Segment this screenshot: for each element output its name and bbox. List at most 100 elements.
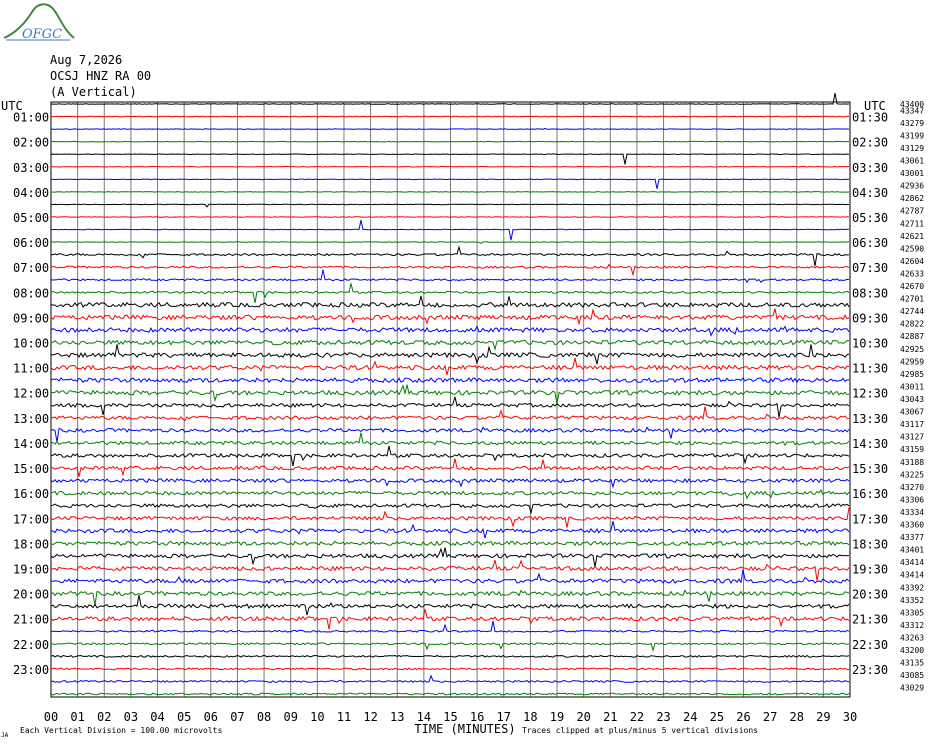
hour-label-right: 09:30 <box>852 311 888 325</box>
trace-count: 43188 <box>900 458 924 467</box>
seismic-trace <box>50 191 850 193</box>
hour-label-right: 03:30 <box>852 161 888 175</box>
trace-count: 43085 <box>900 671 924 680</box>
hour-label-right: 10:30 <box>852 337 888 351</box>
hour-label-left: 01:00 <box>13 111 49 125</box>
trace-count: 42744 <box>900 307 924 316</box>
x-tick-label: 05 <box>177 710 191 724</box>
x-tick-label: 25 <box>710 710 724 724</box>
trace-count: 43043 <box>900 395 924 404</box>
trace-count: 43414 <box>900 571 924 580</box>
trace-count: 43414 <box>900 558 924 567</box>
trace-count: 43029 <box>900 684 924 693</box>
trace-count: 43401 <box>900 546 924 555</box>
trace-count: 43377 <box>900 533 924 542</box>
trace-count: 42621 <box>900 232 924 241</box>
hour-label-left: 21:00 <box>13 613 49 627</box>
hour-label-left: 06:00 <box>13 236 49 250</box>
trace-count: 43347 <box>900 106 924 115</box>
hour-label-left: 02:00 <box>13 136 49 150</box>
trace-count: 43306 <box>900 495 924 504</box>
x-tick-label: 11 <box>337 710 351 724</box>
hour-label-left: 11:00 <box>13 362 49 376</box>
x-tick-label: 22 <box>630 710 644 724</box>
hour-label-right: 17:30 <box>852 512 888 526</box>
trace-count: 43279 <box>900 119 924 128</box>
hour-label-right: 04:30 <box>852 186 888 200</box>
seismic-trace <box>51 127 850 130</box>
hour-label-left: 17:00 <box>13 512 49 526</box>
x-tick-label: 24 <box>683 710 697 724</box>
trace-count: 43199 <box>900 131 924 140</box>
x-tick-label: 00 <box>44 710 58 724</box>
hour-label-right: 22:30 <box>852 638 888 652</box>
footer-clip-note: Traces clipped at plus/minus 5 vertical … <box>522 726 758 735</box>
trace-count: 43200 <box>900 646 924 655</box>
trace-count: 42604 <box>900 257 924 266</box>
hour-label-right: 12:30 <box>852 387 888 401</box>
x-tick-label: 03 <box>124 710 138 724</box>
x-tick-label: 13 <box>390 710 404 724</box>
hour-label-left: 05:00 <box>13 211 49 225</box>
hour-label-left: 08:00 <box>13 286 49 300</box>
hour-label-left: 15:00 <box>13 462 49 476</box>
trace-count: 43392 <box>900 583 924 592</box>
hour-label-right: 13:30 <box>852 412 888 426</box>
hour-label-left: 22:00 <box>13 638 49 652</box>
trace-count: 42670 <box>900 282 924 291</box>
trace-count: 43270 <box>900 483 924 492</box>
trace-count: 43360 <box>900 521 924 530</box>
hour-label-right: 21:30 <box>852 613 888 627</box>
x-tick-label: 23 <box>656 710 670 724</box>
trace-count: 43011 <box>900 382 924 391</box>
x-tick-label: 08 <box>257 710 271 724</box>
seismogram-plot: UTC UTC01:0002:0003:0004:0005:0006:0007:0… <box>1 93 924 739</box>
hour-label-right: 07:30 <box>852 261 888 275</box>
x-tick-label: 06 <box>204 710 218 724</box>
x-tick-label: 29 <box>816 710 830 724</box>
hour-label-right: 01:30 <box>852 111 888 125</box>
hour-label-left: 20:00 <box>13 588 49 602</box>
trace-count: 42711 <box>900 219 924 228</box>
hour-label-right: 05:30 <box>852 211 888 225</box>
x-tick-label: 10 <box>310 710 324 724</box>
trace-count: 43305 <box>900 608 924 617</box>
hour-label-right: 11:30 <box>852 362 888 376</box>
trace-count: 43334 <box>900 508 924 517</box>
trace-count: 43312 <box>900 621 924 630</box>
grid <box>50 101 851 698</box>
x-tick-label: 07 <box>230 710 244 724</box>
trace-count: 43127 <box>900 433 924 442</box>
hour-label-right: 14:30 <box>852 437 888 451</box>
trace-count: 42787 <box>900 207 924 216</box>
hour-label-left: 16:00 <box>13 487 49 501</box>
hour-label-left: 19:00 <box>13 562 49 576</box>
trace-count: 42936 <box>900 182 924 191</box>
hour-label-left: 12:00 <box>13 387 49 401</box>
x-tick-label: 12 <box>363 710 377 724</box>
x-tick-label: 21 <box>603 710 617 724</box>
hour-label-right: 23:30 <box>852 663 888 677</box>
trace-count: 43135 <box>900 659 924 668</box>
hour-label-left: 10:00 <box>13 337 49 351</box>
trace-count: 43001 <box>900 169 924 178</box>
trace-count: 42985 <box>900 370 924 379</box>
x-tick-label: 28 <box>790 710 804 724</box>
x-tick-label: 09 <box>283 710 297 724</box>
hour-label-left: 18:00 <box>13 537 49 551</box>
hour-label-left: 13:00 <box>13 412 49 426</box>
x-tick-label: 04 <box>150 710 164 724</box>
seismic-trace <box>50 140 850 143</box>
footer-scale-note: Each Vertical Division = 100.00 microvol… <box>20 726 222 735</box>
hour-label-left: 07:00 <box>13 261 49 275</box>
seismic-trace <box>50 216 850 218</box>
x-axis-title: TIME (MINUTES) <box>414 722 515 736</box>
hour-label-left: 14:00 <box>13 437 49 451</box>
trace-count: 43117 <box>900 420 924 429</box>
trace-count: 43263 <box>900 634 924 643</box>
corner-mark: JA <box>1 732 9 739</box>
trace-count: 43061 <box>900 156 924 165</box>
x-tick-label: 20 <box>576 710 590 724</box>
x-tick-label: 30 <box>843 710 857 724</box>
hour-label-left: 09:00 <box>13 311 49 325</box>
